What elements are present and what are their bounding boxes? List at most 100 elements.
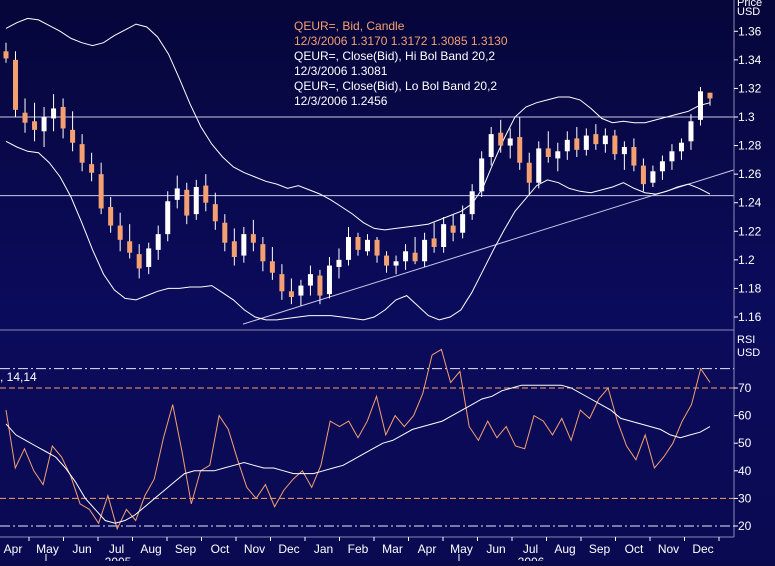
month-label: Sep [175,542,197,556]
candle [688,114,694,150]
month-label: Apr [418,542,437,556]
candle-body [574,138,580,150]
candle [298,279,304,306]
candle-body [51,108,57,119]
rsi-tick-label: 20 [738,519,752,533]
candle [3,42,9,63]
candle [593,124,599,150]
candle-body [536,148,542,183]
candle-body [498,132,504,146]
candle [669,144,675,170]
candle [393,255,399,275]
candle [146,242,152,275]
candle [612,129,618,160]
candle [345,227,351,266]
candle [460,205,466,239]
candle-body [422,239,428,262]
chart-window: 1.36 1.34 1.32 1.3 1.28 1.26 1.24 1.22 1.2 1.18 1.… [0,0,775,566]
candle-body [307,274,313,286]
year-label: 2006 [518,555,545,561]
candle [241,227,247,263]
candle-body [678,142,684,152]
rsi-line [5,348,711,531]
candle [193,179,199,220]
candle-body [146,248,152,267]
candle-body [631,147,637,166]
candle-body [460,214,466,233]
candle-body [621,147,627,155]
rsi-tick-label: 60 [738,409,752,423]
price-tick-label: 1.22 [738,224,762,238]
candle [564,131,570,160]
candle-body [41,117,47,132]
candle-body [250,234,256,243]
candle-body [593,134,599,145]
candle [336,248,342,279]
rsi-series [5,348,711,531]
rsi-axis-unit: USD [737,347,760,359]
candle [117,212,123,252]
candle-body [241,234,247,256]
candle-body [32,121,38,130]
candle-body [612,135,618,155]
rsi-tick-label: 30 [738,491,752,505]
candle [89,152,95,182]
candle-body [108,207,114,226]
candle [155,225,161,260]
candle [288,278,294,305]
price-tick-label: 1.26 [738,167,762,181]
candle [60,98,66,139]
rsi-tick-label: 50 [738,436,752,450]
candle-body [602,135,608,145]
month-label: Apr [4,542,23,556]
month-label: Oct [625,542,644,556]
candle [374,237,380,263]
month-label: Jan [314,542,333,556]
candle-body [13,59,19,110]
candle [498,119,504,153]
candle [469,184,475,220]
month-label: Feb [348,542,369,556]
rsi-tick-label: 70 [738,381,752,395]
candle-body [222,222,228,243]
rsi-series-label: , 14,14 [0,370,37,384]
candle [108,197,114,233]
rsi-tick-label: 40 [738,464,752,478]
month-label: Oct [211,542,230,556]
candle [403,244,409,270]
candle [602,128,608,153]
rsi-axis-title: RSI [737,334,755,346]
candle-body [345,237,351,260]
price-tick-label: 1.28 [738,139,762,153]
legend-line-lo-band: QEUR=, Close(Bid), Lo Bol Band 20,2 [294,79,497,93]
candle-body [640,165,646,185]
price-tick-label: 1.32 [738,81,762,95]
price-axis-unit: USD [737,6,760,18]
month-label: Aug [140,542,161,556]
candle [574,127,580,157]
candle-body [403,251,409,262]
candle [384,251,390,273]
candle [431,222,437,253]
candle-body [269,261,275,273]
candle [41,107,47,147]
candle-body [374,239,380,256]
candle [365,234,371,256]
candle [184,182,190,225]
price-tick-label: 1.36 [738,24,762,38]
candle-body [688,121,694,142]
month-label: Nov [658,542,679,556]
candle-body [336,259,342,267]
candle-body [441,224,447,247]
candle [517,117,523,170]
candle-body [298,285,304,296]
candle-body [117,225,123,240]
candle-body [488,134,494,157]
legend: QEUR=, Bid, Candle 12/3/2006 1.3170 1.31… [294,19,508,108]
candle-body [650,171,656,183]
candle [127,224,133,259]
candle [526,152,532,195]
candle-body [517,137,523,163]
candle-body [127,241,133,253]
price-tick-label: 1.3 [738,110,755,124]
